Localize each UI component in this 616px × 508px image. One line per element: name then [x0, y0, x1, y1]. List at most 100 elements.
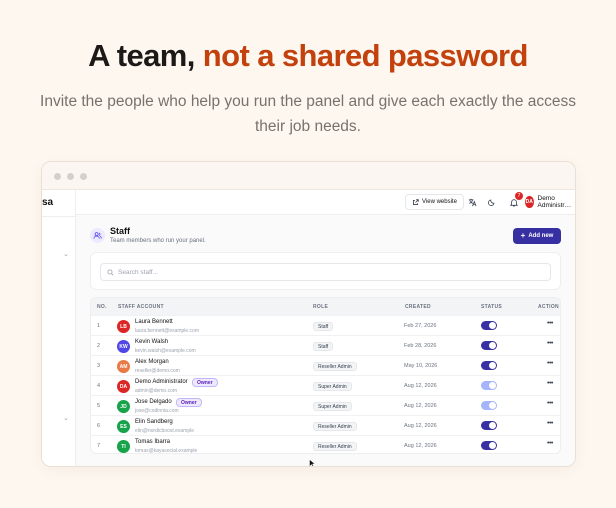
- created-date: Aug 12, 2026: [404, 383, 437, 389]
- sidebar: sa ⌄ ⌄: [42, 190, 76, 466]
- role-badge: Staff: [313, 322, 334, 331]
- avatar: LB: [117, 320, 130, 333]
- row-number: 4: [97, 383, 101, 389]
- translate-icon[interactable]: [466, 196, 478, 208]
- role-badge: Staff: [313, 342, 334, 351]
- more-options-icon[interactable]: •••: [547, 400, 553, 407]
- status-toggle[interactable]: [481, 421, 497, 430]
- cursor-icon: [309, 459, 316, 466]
- table-row[interactable]: 5 JD Jose Delgado Owner jose@codinnia.com Sup…: [91, 395, 560, 415]
- status-toggle[interactable]: [481, 361, 497, 370]
- avatar: KW: [117, 340, 130, 353]
- staff-name[interactable]: Laura Bennett: [135, 319, 173, 325]
- table-body: 1 LB Laura Bennett laura.bennett@example.co…: [91, 315, 560, 454]
- staff-email: elin@nordicboost.example: [135, 428, 194, 434]
- more-options-icon[interactable]: •••: [547, 320, 553, 327]
- status-toggle[interactable]: [481, 381, 497, 390]
- window-dot: [67, 173, 74, 180]
- table-row[interactable]: 3 AM Alex Morgan reseller@demo.com Reseller …: [91, 355, 560, 375]
- created-date: May 10, 2026: [404, 363, 438, 369]
- toggle-knob: [489, 342, 496, 349]
- user-menu[interactable]: DA Demo Administr… ⌄: [525, 194, 575, 210]
- view-website-label: View website: [422, 199, 457, 205]
- staff-name[interactable]: Tomas Ibarra: [135, 439, 170, 445]
- window-titlebar: [42, 162, 575, 190]
- staff-table: NO. STAFF ACCOUNT ROLE CREATED STATUS AC…: [90, 297, 561, 454]
- table-row[interactable]: 2 KW Kevin Walsh kevin.walsh@example.com Sta…: [91, 335, 560, 355]
- search-placeholder: Search staff...: [118, 268, 158, 276]
- role-badge: Super Admin: [313, 382, 352, 391]
- row-number: 1: [97, 323, 101, 329]
- avatar: TI: [117, 440, 130, 453]
- toggle-knob: [489, 362, 496, 369]
- chevron-down-icon[interactable]: ⌄: [63, 414, 69, 422]
- app-shell: sa ⌄ ⌄ View website 7 DA Demo Administr……: [42, 190, 575, 466]
- notifications-button[interactable]: 7: [508, 192, 523, 208]
- created-date: Feb 28, 2026: [404, 343, 437, 349]
- staff-name[interactable]: Demo Administrator: [135, 379, 188, 385]
- row-number: 2: [97, 343, 101, 349]
- more-options-icon[interactable]: •••: [547, 340, 553, 347]
- status-toggle[interactable]: [481, 341, 497, 350]
- row-number: 3: [97, 363, 101, 369]
- status-toggle[interactable]: [481, 441, 497, 450]
- moon-icon[interactable]: [486, 196, 498, 208]
- staff-name[interactable]: Alex Morgan: [135, 359, 169, 365]
- window-dot: [54, 173, 61, 180]
- table-row[interactable]: 6 ES Elin Sandberg elin@nordicboost.example…: [91, 415, 560, 435]
- staff-name[interactable]: Kevin Walsh: [135, 339, 168, 345]
- add-staff-button[interactable]: + Add new: [513, 228, 561, 244]
- more-options-icon[interactable]: •••: [547, 440, 553, 447]
- hero-subtitle: Invite the people who help you run the p…: [40, 93, 576, 135]
- row-number: 7: [97, 443, 101, 449]
- table-header: NO. STAFF ACCOUNT ROLE CREATED STATUS AC…: [91, 298, 560, 315]
- staff-name[interactable]: Jose Delgado: [135, 399, 172, 405]
- search-input[interactable]: Search staff...: [100, 263, 551, 281]
- toggle-knob: [489, 402, 496, 409]
- app-window: sa ⌄ ⌄ View website 7 DA Demo Administr……: [41, 161, 576, 467]
- page-subtitle: Team members who run your panel.: [110, 238, 206, 244]
- col-role[interactable]: ROLE: [313, 304, 328, 310]
- table-row[interactable]: 1 LB Laura Bennett laura.bennett@example.co…: [91, 315, 560, 335]
- created-date: Aug 12, 2026: [404, 403, 437, 409]
- role-badge: Super Admin: [313, 402, 352, 411]
- status-toggle[interactable]: [481, 401, 497, 410]
- sidebar-divider: [42, 216, 76, 217]
- plus-icon: +: [520, 231, 526, 240]
- toggle-knob: [489, 382, 496, 389]
- staff-email: tomas@kayasocial.example: [135, 448, 198, 454]
- avatar: DA: [525, 196, 534, 208]
- more-options-icon[interactable]: •••: [547, 380, 553, 387]
- chevron-down-icon[interactable]: ⌄: [63, 250, 69, 258]
- staff-email: jose@codinnia.com: [135, 408, 179, 414]
- role-badge: Reseller Admin: [313, 422, 357, 431]
- col-status[interactable]: STATUS: [481, 304, 502, 310]
- view-website-button[interactable]: View website: [405, 194, 464, 210]
- table-row[interactable]: 4 DA Demo Administrator Owner admin@demo.com…: [91, 375, 560, 395]
- col-action: ACTION: [538, 304, 559, 310]
- toggle-knob: [489, 422, 496, 429]
- more-options-icon[interactable]: •••: [547, 360, 553, 367]
- role-badge: Reseller Admin: [313, 442, 357, 451]
- table-row[interactable]: 7 TI Tomas Ibarra tomas@kayasocial.example R…: [91, 435, 560, 454]
- col-created[interactable]: CREATED: [405, 304, 431, 310]
- row-number: 5: [97, 403, 101, 409]
- avatar: AM: [117, 360, 130, 373]
- avatar: ES: [117, 420, 130, 433]
- col-account[interactable]: STAFF ACCOUNT: [118, 304, 164, 310]
- toggle-knob: [489, 442, 496, 449]
- brand-logo[interactable]: sa: [42, 197, 53, 208]
- role-badge: Reseller Admin: [313, 362, 357, 371]
- hero-title-accent: not a shared password: [202, 38, 529, 73]
- avatar: JD: [117, 400, 130, 413]
- staff-email: laura.bennett@example.com: [135, 328, 199, 334]
- staff-email: reseller@demo.com: [135, 368, 180, 374]
- add-staff-label: Add new: [528, 233, 554, 239]
- more-options-icon[interactable]: •••: [547, 420, 553, 427]
- page-header: Staff Team members who run your panel. +…: [90, 226, 561, 248]
- created-date: Aug 12, 2026: [404, 443, 437, 449]
- status-toggle[interactable]: [481, 321, 497, 330]
- page-title: Staff: [110, 226, 130, 236]
- staff-name[interactable]: Elin Sandberg: [135, 419, 173, 425]
- search-card: Search staff...: [90, 252, 561, 290]
